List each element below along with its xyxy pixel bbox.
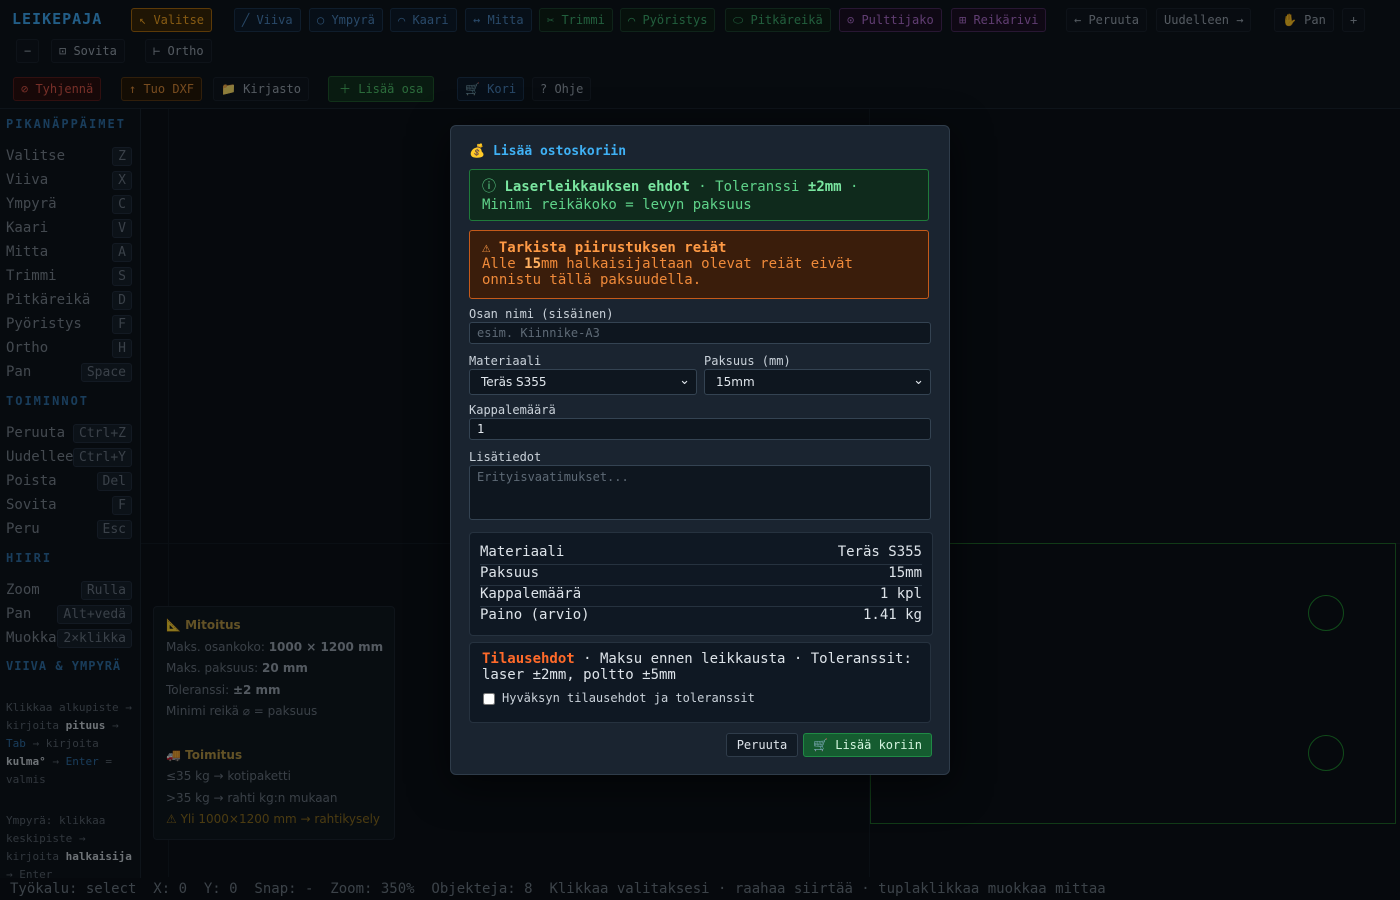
quantity-label: Kappalemäärä [469,403,556,417]
notes-label: Lisätiedot [469,450,542,464]
part-name-input[interactable] [469,322,931,344]
notes-textarea[interactable] [469,465,931,520]
warning-text: Alle 15mm halkaisijaltaan olevat reiät e… [482,256,853,288]
thickness-select[interactable]: 15mm ⌄ [704,369,931,395]
order-terms: Tilausehdot · Maksu ennen leikkausta · T… [469,642,931,723]
thickness-select-value: 15mm [716,375,755,389]
dialog-title: 💰 Lisää ostoskoriin [469,144,627,159]
info-icon: ⓘ [482,179,496,195]
summary-row: Kappalemäärä 1 kpl [480,586,922,602]
quantity-input[interactable] [469,418,931,440]
order-summary: Materiaali Teräs S355 Paksuus 15mm Kappale… [469,532,933,636]
material-select[interactable]: Teräs S355 ⌄ [469,369,697,395]
summary-row: Paino (arvio) 1.41 kg [480,607,922,623]
cancel-button[interactable]: Peruuta [726,733,798,757]
add-to-cart-dialog: 💰 Lisää ostoskoriin ⓘ Laserleikkauksen e… [450,125,950,775]
accept-terms-label[interactable]: Hyväksyn tilausehdot ja toleranssit [502,691,755,705]
laser-terms-info: ⓘ Laserleikkauksen ehdot · Toleranssi ±2… [469,169,929,221]
summary-row: Paksuus 15mm [480,565,922,581]
material-select-value: Teräs S355 [481,375,547,389]
add-to-cart-button[interactable]: 🛒 Lisää koriin [803,733,932,757]
hole-warning: ⚠ Tarkista piirustuksen reiät Alle 15mm … [469,230,929,299]
thickness-label: Paksuus (mm) [704,354,791,368]
part-name-label: Osan nimi (sisäinen) [469,307,614,321]
material-label: Materiaali [469,354,542,368]
chevron-down-icon: ⌄ [913,373,924,388]
accept-terms-checkbox[interactable] [483,693,495,705]
warning-title: ⚠ Tarkista piirustuksen reiät [482,240,727,256]
summary-row: Materiaali Teräs S355 [480,544,922,560]
terms-text: Tilausehdot · Maksu ennen leikkausta · T… [482,651,912,683]
chevron-down-icon: ⌄ [679,373,690,388]
